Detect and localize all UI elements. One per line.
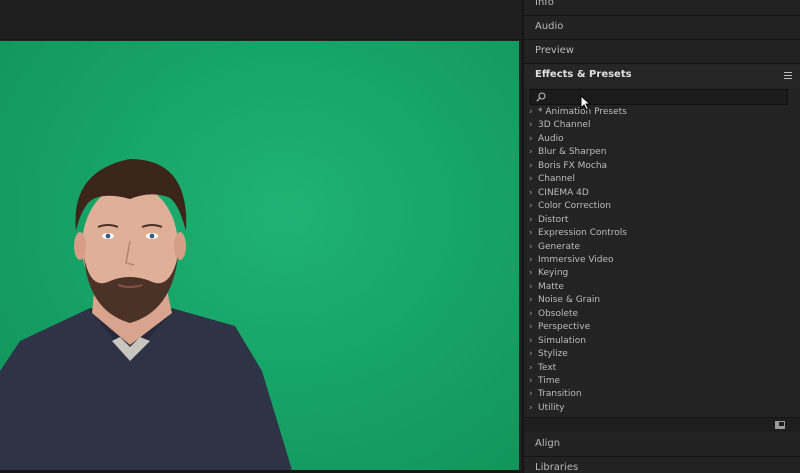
chevron-right-icon[interactable]: › [529,349,533,359]
chevron-right-icon[interactable]: › [529,255,533,265]
effects-category-item[interactable]: › Blur & Sharpen [524,146,800,159]
chevron-right-icon[interactable]: › [529,309,533,319]
chevron-right-icon[interactable]: › [529,363,533,373]
effects-category-item[interactable]: › Noise & Grain [524,294,800,307]
panel-tab-preview[interactable]: Preview [524,41,800,64]
effects-category-label: Generate [538,241,581,252]
panel-tab-info-label: Info [535,0,554,8]
effects-category-item[interactable]: › Transition [524,388,800,401]
effects-category-label: CINEMA 4D [538,187,589,198]
effects-category-item[interactable]: › Matte [524,281,800,294]
panel-tab-align-label: Align [535,438,561,449]
panel-tab-libraries-label: Libraries [535,462,579,473]
effects-category-item[interactable]: › Boris FX Mocha [524,160,800,173]
chevron-right-icon[interactable]: › [529,322,533,332]
effects-category-label: Time [538,376,561,386]
panel-tab-effects-presets[interactable]: Effects & Presets [524,65,800,88]
effects-category-label: Immersive Video [538,254,614,265]
chevron-right-icon[interactable]: › [529,120,533,130]
chevron-right-icon[interactable]: › [529,188,533,198]
chevron-right-icon[interactable]: › [529,336,533,346]
hamburger-menu-icon[interactable] [784,72,792,79]
effects-category-label: Stylize [538,349,568,360]
effects-category-label: Utility [538,402,565,413]
chevron-right-icon[interactable]: › [529,201,533,211]
panel-tab-audio-label: Audio [535,21,564,32]
effects-category-label: Distort [538,214,569,225]
chevron-right-icon[interactable]: › [529,242,533,252]
effects-category-item[interactable]: › Color Correction [524,200,800,213]
effects-category-item[interactable]: › Distort [524,214,800,227]
effects-category-item[interactable]: › Text [524,362,800,375]
effects-category-item[interactable]: › Simulation [524,335,800,348]
chevron-right-icon[interactable]: › [529,174,533,184]
chevron-right-icon[interactable]: › [529,215,533,225]
effects-category-label: Boris FX Mocha [538,160,608,171]
chevron-right-icon[interactable]: › [529,282,533,292]
composition-frame[interactable] [0,41,519,470]
chevron-right-icon[interactable]: › [529,107,533,117]
effects-category-item[interactable]: › 3D Channel [524,119,800,132]
chevron-right-icon[interactable]: › [529,403,533,413]
right-panel-stack: Info Audio Preview Effects & Presets › * … [522,0,800,473]
effects-category-item[interactable]: › Perspective [524,321,800,334]
effects-category-label: Simulation [538,335,586,346]
effects-category-list: › * Animation Presets › 3D Channel › Audio › Bl… [524,106,800,416]
chevron-right-icon[interactable]: › [529,376,533,386]
new-folder-icon[interactable] [775,421,785,429]
effects-panel-footer [524,417,800,432]
composition-viewer[interactable] [0,0,521,473]
panel-tab-libraries[interactable]: Libraries [524,458,800,473]
effects-category-label: Perspective [538,322,591,333]
chevron-right-icon[interactable]: › [529,295,533,305]
effects-category-item[interactable]: › Time [524,375,800,388]
panel-tab-info[interactable]: Info [524,0,800,16]
effects-presets-title: Effects & Presets [535,69,632,80]
effects-category-item[interactable]: › Audio [524,133,800,146]
viewer-toolbar [0,0,521,40]
chevron-right-icon[interactable]: › [529,147,533,157]
effects-category-label: Expression Controls [538,228,627,239]
effects-category-label: Transition [538,389,582,400]
effects-category-label: Audio [538,133,564,144]
effects-category-label: Noise & Grain [538,295,601,306]
effects-category-item[interactable]: › Stylize [524,348,800,361]
panel-tab-align[interactable]: Align [524,434,800,457]
chevron-right-icon[interactable]: › [529,389,533,399]
effects-category-item[interactable]: › CINEMA 4D [524,187,800,200]
effects-category-label: Color Correction [538,201,611,212]
effects-category-label: Keying [538,268,569,279]
effects-category-item[interactable]: › Immersive Video [524,254,800,267]
effects-category-label: 3D Channel [538,120,591,131]
chevron-right-icon[interactable]: › [529,134,533,144]
panel-tab-preview-label: Preview [535,45,574,56]
effects-category-label: Matte [538,281,564,292]
green-screen-footage [0,159,292,470]
effects-category-item[interactable]: › Generate [524,241,800,254]
effects-category-item[interactable]: › Obsolete [524,308,800,321]
effects-category-label: Obsolete [538,308,579,319]
chevron-right-icon[interactable]: › [529,268,533,278]
chevron-right-icon[interactable]: › [529,161,533,171]
effects-category-item[interactable]: › * Animation Presets [524,106,800,119]
panel-tab-audio[interactable]: Audio [524,17,800,40]
mouse-pointer-icon [580,95,592,111]
effects-category-item[interactable]: › Channel [524,173,800,186]
effects-search-box[interactable] [530,89,788,105]
effects-category-item[interactable]: › Utility [524,402,800,415]
effects-category-label: Text [538,362,557,373]
effects-category-item[interactable]: › Expression Controls [524,227,800,240]
chevron-right-icon[interactable]: › [529,228,533,238]
effects-category-label: Blur & Sharpen [538,147,607,158]
search-icon [536,92,546,102]
effects-category-item[interactable]: › Keying [524,267,800,280]
effects-category-label: Channel [538,174,575,185]
